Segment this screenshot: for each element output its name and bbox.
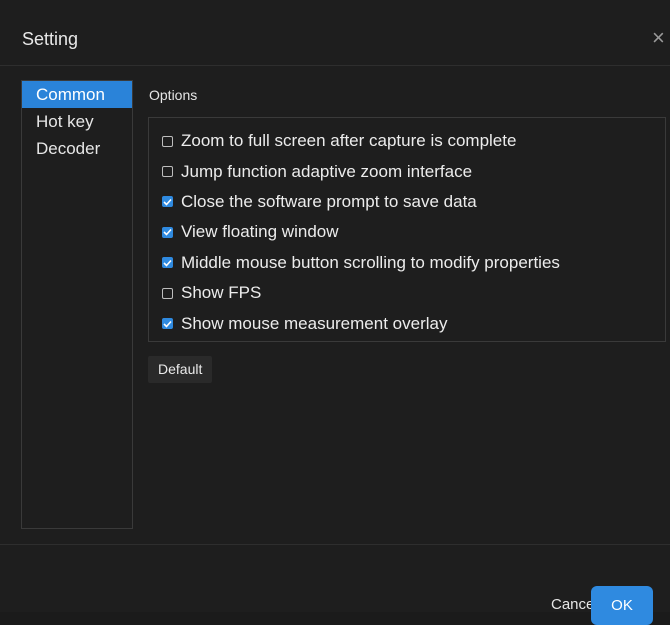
- option-zoom-full-screen[interactable]: Zoom to full screen after capture is com…: [149, 126, 665, 156]
- dialog-title: Setting: [22, 29, 79, 49]
- sidebar-item-common[interactable]: Common: [22, 81, 132, 108]
- option-label: Close the software prompt to save data: [181, 191, 477, 211]
- option-mouse-measurement-overlay[interactable]: Show mouse measurement overlay: [149, 308, 665, 338]
- options-group: Zoom to full screen after capture is com…: [148, 117, 666, 342]
- title-bar: Setting ×: [0, 0, 670, 66]
- option-label: Zoom to full screen after capture is com…: [181, 131, 517, 151]
- checkbox-icon[interactable]: [162, 318, 173, 330]
- option-middle-mouse-scroll[interactable]: Middle mouse button scrolling to modify …: [149, 248, 665, 278]
- default-button[interactable]: Default: [148, 356, 213, 383]
- option-jump-adaptive-zoom[interactable]: Jump function adaptive zoom interface: [149, 156, 665, 186]
- option-label: Show FPS: [181, 283, 262, 303]
- checkbox-icon[interactable]: [162, 257, 173, 269]
- checkbox-icon[interactable]: [162, 287, 173, 299]
- option-label: Middle mouse button scrolling to modify …: [181, 252, 560, 272]
- checkbox-icon[interactable]: [162, 135, 173, 147]
- option-show-fps[interactable]: Show FPS: [149, 278, 665, 308]
- close-icon[interactable]: ×: [652, 26, 670, 52]
- checkbox-icon[interactable]: [162, 166, 173, 178]
- sidebar-item-decoder[interactable]: Decoder: [22, 135, 132, 162]
- option-label: View floating window: [181, 222, 339, 242]
- checkbox-icon[interactable]: [162, 226, 173, 238]
- options-heading: Options: [149, 87, 198, 103]
- option-view-floating-window[interactable]: View floating window: [149, 217, 665, 247]
- dialog-footer: Cancel OK: [0, 544, 670, 625]
- option-label: Jump function adaptive zoom interface: [181, 161, 473, 181]
- settings-sidebar: Common Hot key Decoder: [21, 80, 133, 529]
- checkbox-icon[interactable]: [162, 196, 173, 208]
- settings-dialog: Setting × Common Hot key Decoder Options…: [0, 0, 670, 625]
- ok-button[interactable]: OK: [591, 586, 653, 625]
- option-prompt-save-data[interactable]: Close the software prompt to save data: [149, 187, 665, 217]
- option-label: Show mouse measurement overlay: [181, 313, 448, 333]
- sidebar-item-hot-key[interactable]: Hot key: [22, 108, 132, 135]
